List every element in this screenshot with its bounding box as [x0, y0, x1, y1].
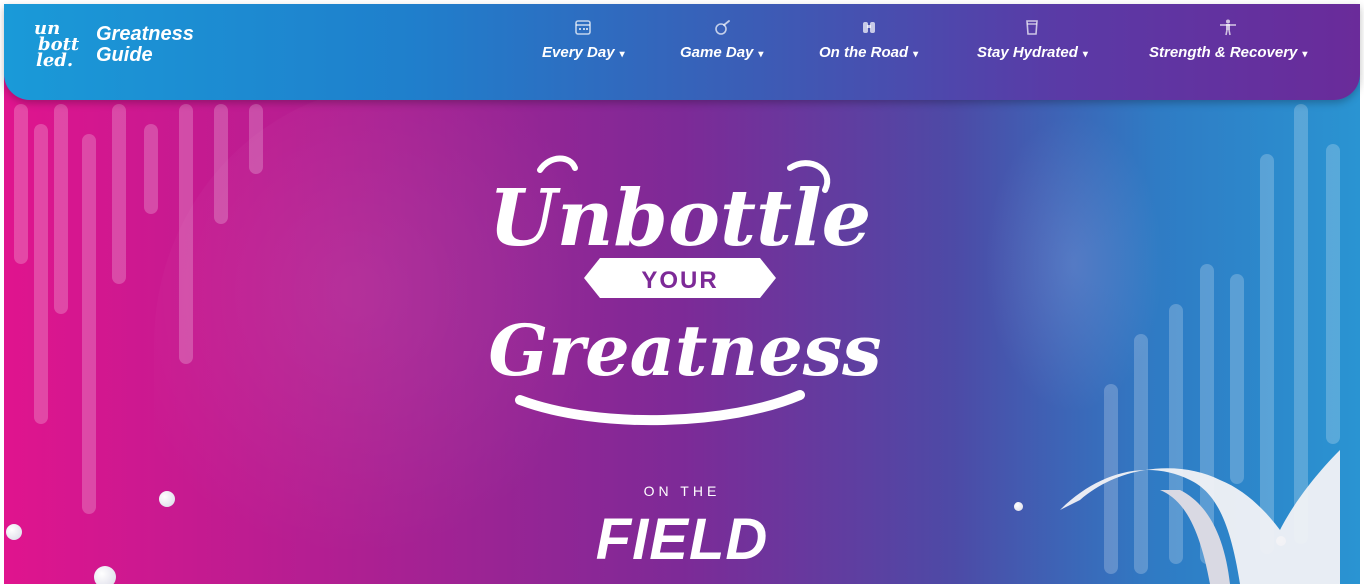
title-line-unbottle: Unbottle: [489, 173, 872, 264]
decor-stripe: [34, 124, 48, 424]
decor-stripe: [54, 104, 68, 314]
chevron-down-icon: ▾: [1302, 49, 1308, 60]
binoculars-icon: [862, 22, 875, 33]
brand-line-2: Guide: [96, 44, 153, 66]
nav-label: Stay Hydrated: [977, 44, 1078, 61]
milk-droplet: [6, 524, 22, 540]
whistle-icon: [714, 20, 730, 35]
nav-on-the-road[interactable]: On the Road ▾: [819, 18, 918, 61]
nav-strength-recovery[interactable]: Strength & Recovery ▾: [1149, 18, 1307, 61]
hero-headline: FIELD: [595, 507, 769, 572]
title-swash: [537, 155, 578, 173]
decor-stripe: [144, 124, 158, 214]
decor-stripe: [1326, 144, 1340, 444]
decor-stripe: [249, 104, 263, 174]
decor-stripe: [214, 104, 228, 224]
nav-label: Every Day: [542, 44, 615, 61]
top-navbar: un bott led. Greatness Guide Every Day ▾ …: [4, 4, 1360, 100]
decor-stripe: [82, 134, 96, 514]
brand-line-1: Greatness: [96, 23, 194, 45]
decor-stripe: [179, 104, 193, 364]
milk-splash: [1060, 450, 1340, 584]
nav-label: Game Day: [680, 44, 754, 61]
nav-every-day[interactable]: Every Day ▾: [542, 18, 625, 61]
milk-droplet: [94, 566, 116, 584]
nav-label: On the Road: [819, 44, 909, 61]
weightlifter-icon: [1220, 19, 1237, 36]
title-line-greatness: Greatness: [488, 309, 880, 392]
milk-droplet: [159, 491, 175, 507]
decor-stripe: [14, 104, 28, 264]
chevron-down-icon: ▾: [913, 49, 919, 60]
hero-eyebrow: ON THE: [643, 483, 721, 499]
decor-stripe: [112, 104, 126, 284]
nav-label: Strength & Recovery: [1149, 44, 1298, 61]
milk-droplet: [1014, 502, 1023, 511]
brand-title[interactable]: Greatness Guide: [96, 24, 194, 66]
title-swoosh: [515, 390, 805, 426]
unbottle-your-greatness-title: Unbottle YOUR Greatness: [488, 155, 880, 426]
nav-game-day[interactable]: Game Day ▾: [680, 18, 763, 61]
unbottled-logo[interactable]: un bott led.: [34, 16, 84, 72]
title-line-your: YOUR: [641, 267, 718, 294]
nav-stay-hydrated[interactable]: Stay Hydrated ▾: [977, 18, 1088, 61]
chevron-down-icon: ▾: [758, 49, 764, 60]
calendar-icon: [575, 20, 592, 35]
chevron-down-icon: ▾: [1082, 49, 1088, 60]
chevron-down-icon: ▾: [619, 49, 625, 60]
cup-icon: [1026, 20, 1039, 35]
svg-text:led.: led.: [36, 50, 73, 71]
